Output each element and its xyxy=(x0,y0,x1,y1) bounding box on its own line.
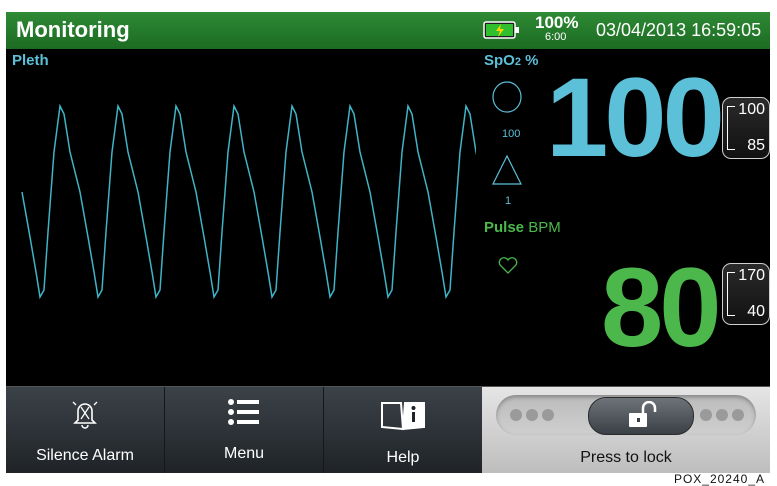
spo2-value: 100 xyxy=(546,55,725,180)
track-dot xyxy=(732,409,744,421)
pulse-label: Pulse BPM xyxy=(484,219,561,236)
monitor-screen: Monitoring 100% 6:00 03/04/2013 16:59:05… xyxy=(6,12,770,473)
silence-alarm-button[interactable]: Silence Alarm xyxy=(6,387,165,473)
lock-label: Press to lock xyxy=(580,449,672,466)
spo2-alarm-low: 85 xyxy=(747,137,765,154)
menu-label: Menu xyxy=(223,445,265,462)
track-dot xyxy=(716,409,728,421)
bottom-toolbar: Silence Alarm Menu Help Press to lock xyxy=(6,386,770,473)
spo2-indicator-low: 1 xyxy=(505,195,512,207)
battery-percent: 100% xyxy=(535,13,579,32)
circle-icon xyxy=(492,81,522,113)
spo2-label: SpO2 % xyxy=(484,52,539,69)
spo2-alarm-high: 100 xyxy=(738,101,765,118)
pleth-waveform xyxy=(21,103,476,300)
track-dot xyxy=(510,409,522,421)
bracket-icon xyxy=(727,106,735,150)
spo2-alarm-limits-button[interactable]: 100 85 xyxy=(722,97,770,159)
spo2-indicator-icons xyxy=(492,81,522,185)
bracket-icon xyxy=(727,272,735,316)
lock-track xyxy=(496,395,756,435)
battery-time: 6:00 xyxy=(545,31,567,43)
track-dot xyxy=(526,409,538,421)
unlock-icon xyxy=(629,401,657,427)
pulse-alarm-limits-button[interactable]: 170 40 xyxy=(722,263,770,325)
figure-caption: POX_20240_A xyxy=(673,472,765,486)
pleth-label: Pleth xyxy=(12,52,49,69)
spo2-indicator-high: 100 xyxy=(502,128,521,140)
menu-list-icon xyxy=(228,399,259,425)
help-label: Help xyxy=(386,449,420,466)
menu-button[interactable]: Menu xyxy=(165,387,324,473)
lock-slider[interactable]: Press to lock xyxy=(482,387,770,473)
heart-icon xyxy=(498,257,518,274)
silence-alarm-icon xyxy=(72,401,98,429)
track-dot xyxy=(700,409,712,421)
header-bar: Monitoring 100% 6:00 03/04/2013 16:59:05 xyxy=(6,12,770,49)
help-button[interactable]: Help xyxy=(324,387,483,473)
lock-handle[interactable] xyxy=(588,397,694,435)
battery-charging-icon xyxy=(483,21,519,39)
triangle-icon xyxy=(492,154,522,185)
silence-alarm-label: Silence Alarm xyxy=(36,447,134,464)
help-book-icon xyxy=(381,402,425,431)
page-title: Monitoring xyxy=(16,17,130,42)
track-dot xyxy=(542,409,554,421)
pulse-value: 80 xyxy=(601,245,722,370)
date-time: 03/04/2013 16:59:05 xyxy=(596,20,762,40)
pulse-alarm-low: 40 xyxy=(747,303,765,320)
pulse-alarm-high: 170 xyxy=(738,267,765,284)
